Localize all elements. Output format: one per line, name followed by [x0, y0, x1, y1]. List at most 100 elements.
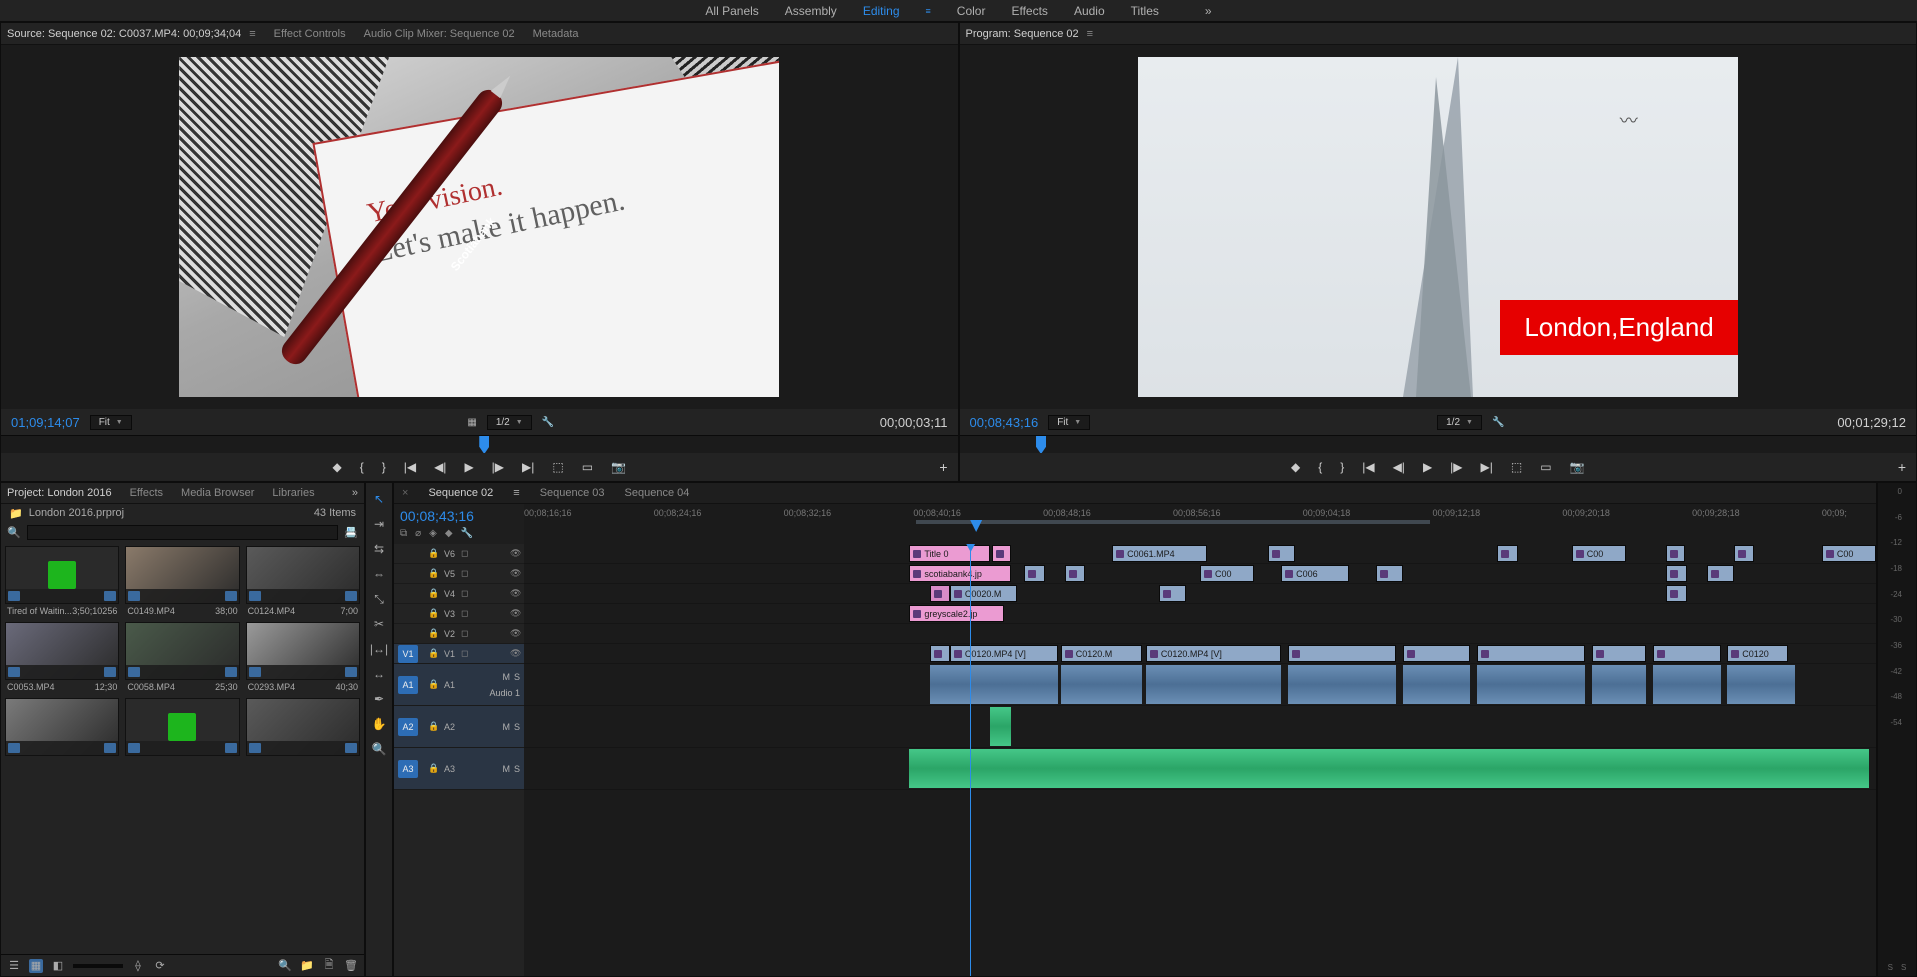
bin-item[interactable]: C0053.MP412;30: [5, 622, 119, 692]
libraries-tab[interactable]: Libraries: [272, 487, 314, 499]
tab-overflow-icon[interactable]: »: [1205, 4, 1212, 18]
video-track-head[interactable]: 🔒V6◻👁: [394, 544, 524, 564]
razor-tool-icon[interactable]: ✂: [366, 612, 392, 636]
goto-out-icon[interactable]: ▶|: [522, 460, 534, 474]
timeline-clip[interactable]: [1497, 545, 1517, 562]
timeline-clip[interactable]: [1065, 565, 1085, 582]
bin-item[interactable]: [246, 698, 360, 758]
video-lane[interactable]: C0020.M: [524, 584, 1876, 604]
video-track-head[interactable]: 🔒V3◻👁: [394, 604, 524, 624]
timeline-clip[interactable]: [1288, 645, 1396, 662]
timeline-clip[interactable]: C0020.M: [950, 585, 1018, 602]
bin-item[interactable]: Tired of Waitin...3;50;10256: [5, 546, 119, 616]
timeline-clip[interactable]: [1376, 565, 1403, 582]
video-lane[interactable]: C0120.MP4 [V]C0120.MC0120.MP4 [V]C0120: [524, 644, 1876, 664]
timeline-clip[interactable]: scotiabank4.jp: [909, 565, 1010, 582]
automate-icon[interactable]: ⟳: [153, 959, 167, 973]
timeline-clip[interactable]: [1592, 645, 1646, 662]
seq04-tab[interactable]: Sequence 04: [625, 487, 690, 499]
bin-item[interactable]: [5, 698, 119, 758]
proj-overflow-icon[interactable]: »: [352, 487, 358, 499]
timeline-clip[interactable]: greyscale2.jp: [909, 605, 1004, 622]
timeline-clip[interactable]: [1734, 545, 1754, 562]
settings-icon[interactable]: ▦: [467, 417, 476, 428]
program-ruler[interactable]: [960, 435, 1917, 453]
video-track-head[interactable]: 🔒V4◻👁: [394, 584, 524, 604]
slip-tool-icon[interactable]: |↔|: [366, 637, 392, 661]
source-tab-menu-icon[interactable]: ≡: [249, 28, 255, 40]
timeline-clip[interactable]: [1653, 645, 1721, 662]
timeline-clip[interactable]: [1024, 565, 1044, 582]
p-mark-icon[interactable]: ◆: [1291, 460, 1300, 474]
icon-view-icon[interactable]: ▦: [29, 959, 43, 973]
video-lane[interactable]: scotiabank4.jpC00C006: [524, 564, 1876, 584]
source-ruler[interactable]: [1, 435, 958, 453]
program-tab[interactable]: Program: Sequence 02: [966, 28, 1079, 40]
audio-track-head[interactable]: A1🔒A1MSAudio 1: [394, 664, 524, 706]
audio-clip[interactable]: [1727, 665, 1795, 704]
media-browser-tab[interactable]: Media Browser: [181, 487, 254, 499]
bin-item[interactable]: [125, 698, 239, 758]
track-select-tool-icon[interactable]: ⇥: [366, 512, 392, 536]
zoom-slider[interactable]: [73, 964, 123, 968]
play-icon[interactable]: ▶: [464, 460, 473, 474]
timeline-timecode[interactable]: 00;08;43;16: [400, 508, 518, 524]
timeline-clip[interactable]: [1477, 645, 1585, 662]
audio-clip[interactable]: [1146, 665, 1281, 704]
list-view-icon[interactable]: ☰: [7, 959, 21, 973]
audio-track-head[interactable]: A2🔒A2MS: [394, 706, 524, 748]
audio-clip[interactable]: [909, 749, 1869, 788]
timeline-clip[interactable]: [1666, 585, 1686, 602]
prog-wrench-icon[interactable]: 🔧: [1492, 417, 1504, 428]
timeline-clip[interactable]: C006: [1281, 565, 1349, 582]
bin-item[interactable]: C0124.MP47;00: [246, 546, 360, 616]
audio-lane[interactable]: [524, 748, 1876, 790]
new-bin2-icon[interactable]: 📁: [300, 959, 314, 973]
goto-in-icon[interactable]: |◀: [404, 460, 416, 474]
freeform-icon[interactable]: ◧: [51, 959, 65, 973]
timeline-clip[interactable]: C0120.M: [1061, 645, 1142, 662]
overwrite-icon[interactable]: ▭: [582, 460, 593, 474]
zoom-tool-icon[interactable]: 🔍: [366, 737, 392, 761]
program-monitor[interactable]: 〰 London,England: [960, 45, 1917, 409]
timeline-clip[interactable]: [1268, 545, 1295, 562]
p-extract-icon[interactable]: ▭: [1540, 460, 1551, 474]
program-fit-dropdown[interactable]: Fit: [1048, 415, 1090, 430]
timeline-clip[interactable]: [1707, 565, 1734, 582]
timeline-clip[interactable]: C0120: [1727, 645, 1788, 662]
p-goto-out-icon[interactable]: ▶|: [1481, 460, 1493, 474]
timeline-clip[interactable]: C0120.MP4 [V]: [950, 645, 1058, 662]
video-lane[interactable]: [524, 624, 1876, 644]
audio-lane[interactable]: [524, 664, 1876, 706]
settings2-icon[interactable]: ◆: [445, 528, 453, 539]
solo-left[interactable]: S: [1888, 963, 1893, 972]
audio-clip[interactable]: [1288, 665, 1396, 704]
timeline-clip[interactable]: C0061.MP4: [1112, 545, 1207, 562]
seq03-tab[interactable]: Sequence 03: [540, 487, 605, 499]
solo-right[interactable]: S: [1901, 963, 1906, 972]
audio-clip[interactable]: [1653, 665, 1721, 704]
video-track-head[interactable]: V1🔒V1◻👁: [394, 644, 524, 664]
wrench2-icon[interactable]: 🔧: [461, 528, 473, 539]
p-out-icon[interactable]: }: [1340, 460, 1344, 474]
slide-tool-icon[interactable]: ↔: [366, 662, 392, 686]
audio-clip[interactable]: [990, 707, 1010, 746]
seq-menu-icon[interactable]: ≡: [513, 487, 519, 499]
tab-editing[interactable]: Editing: [863, 4, 900, 18]
p-add-button-icon[interactable]: +: [1898, 459, 1906, 475]
timeline-clip[interactable]: C00: [1822, 545, 1876, 562]
snap-icon[interactable]: ⧉: [400, 528, 407, 539]
sort-icon[interactable]: ⟠: [131, 959, 145, 973]
tab-audio[interactable]: Audio: [1074, 4, 1105, 18]
marker2-icon[interactable]: ◈: [429, 528, 437, 539]
p-export-frame-icon[interactable]: 📷: [1570, 460, 1585, 474]
source-monitor[interactable]: Your vision. Let's make it happen. Scoti…: [1, 45, 958, 409]
tab-editing-menu-icon[interactable]: ≡: [926, 6, 931, 16]
audio-clip[interactable]: [1477, 665, 1585, 704]
timeline-clip[interactable]: [930, 645, 950, 662]
video-lane[interactable]: greyscale2.jp: [524, 604, 1876, 624]
audio-clip[interactable]: [1592, 665, 1646, 704]
step-fwd-icon[interactable]: |▶: [492, 460, 504, 474]
new-item-icon[interactable]: 🗎: [322, 959, 336, 973]
timeline-clip[interactable]: [1666, 565, 1686, 582]
